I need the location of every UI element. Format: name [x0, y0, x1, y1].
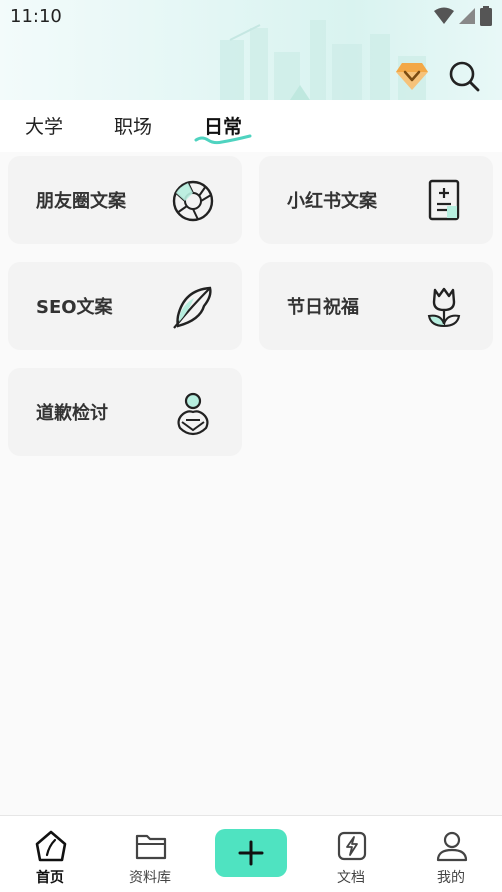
active-tab-underline: [194, 134, 252, 145]
card-festival-wishes[interactable]: 节日祝福: [259, 262, 493, 350]
battery-icon: [480, 6, 492, 26]
signal-icon: [459, 8, 475, 24]
lightning-doc-icon: [337, 831, 367, 861]
nav-label: 文档: [337, 870, 365, 886]
tulip-icon: [427, 287, 461, 327]
camera-aperture-icon: [172, 180, 214, 222]
tab-university[interactable]: 大学: [25, 112, 63, 139]
nav-label: 首页: [36, 870, 64, 886]
folder-icon: [135, 834, 167, 860]
vip-diamond-button[interactable]: [394, 58, 430, 94]
feather-icon: [173, 286, 212, 329]
header: 11:10: [0, 0, 502, 100]
status-icons: [434, 6, 492, 26]
card-apology-review[interactable]: 道歉检讨: [8, 368, 242, 456]
nav-library[interactable]: 资料库: [105, 816, 195, 892]
create-button[interactable]: [215, 829, 287, 877]
card-label: SEO文案: [36, 297, 113, 318]
tab-workplace[interactable]: 职场: [114, 112, 152, 139]
diamond-icon: [396, 63, 428, 90]
search-icon: [449, 61, 480, 92]
card-moments-copy[interactable]: 朋友圈文案: [8, 156, 242, 244]
nav-documents[interactable]: 文档: [306, 816, 396, 892]
status-time: 11:10: [10, 6, 62, 27]
card-label: 节日祝福: [287, 297, 359, 318]
search-button[interactable]: [446, 58, 482, 94]
plus-icon: [238, 840, 264, 866]
nav-profile[interactable]: 我的: [406, 816, 496, 892]
nav-label: 我的: [437, 870, 465, 886]
nav-home[interactable]: 首页: [5, 816, 95, 892]
nav-label: 资料库: [129, 870, 171, 886]
card-label: 小红书文案: [287, 191, 377, 212]
person-apology-icon: [177, 392, 209, 436]
card-label: 朋友圈文案: [36, 191, 126, 212]
document-plus-icon: [428, 179, 460, 221]
wifi-icon: [434, 7, 454, 24]
card-label: 道歉检讨: [36, 403, 108, 424]
card-seo-copy[interactable]: SEO文案: [8, 262, 242, 350]
card-xiaohongshu-copy[interactable]: 小红书文案: [259, 156, 493, 244]
user-icon: [436, 831, 468, 862]
home-pen-icon: [35, 830, 67, 862]
